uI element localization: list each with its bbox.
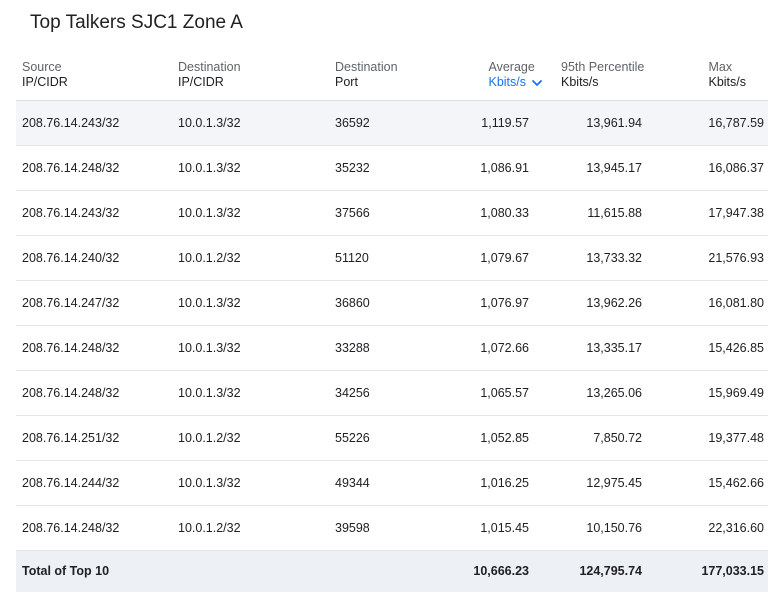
cell-max: 19,377.48 — [708, 431, 764, 445]
total-row: Total of Top 10 10,666.23 124,795.74 177… — [16, 551, 768, 592]
total-average: 10,666.23 — [473, 564, 529, 578]
cell-source: 208.76.14.240/32 — [22, 251, 120, 265]
table-row[interactable]: 208.76.14.251/32 10.0.1.2/32 55226 1,052… — [16, 416, 768, 461]
cell-max: 15,426.85 — [708, 341, 764, 355]
cell-max: 21,576.93 — [708, 251, 764, 265]
cell-average: 1,016.25 — [480, 476, 529, 490]
column-header-source-line2: IP/CIDR — [22, 75, 68, 89]
cell-max: 16,787.59 — [708, 116, 764, 130]
cell-port: 51120 — [335, 251, 369, 265]
table-row[interactable]: 208.76.14.243/32 10.0.1.3/32 37566 1,080… — [16, 191, 768, 236]
column-header-p95[interactable]: 95th Percentile Kbits/s — [561, 60, 644, 90]
cell-destination: 10.0.1.2/32 — [178, 521, 241, 535]
cell-average: 1,065.57 — [480, 386, 529, 400]
cell-port: 35232 — [335, 161, 370, 175]
page-title: Top Talkers SJC1 Zone A — [30, 12, 243, 33]
cell-source: 208.76.14.248/32 — [22, 161, 120, 175]
column-header-destination[interactable]: Destination IP/CIDR — [178, 60, 241, 90]
cell-port: 39598 — [335, 521, 370, 535]
table-row[interactable]: 208.76.14.248/32 10.0.1.3/32 35232 1,086… — [16, 146, 768, 191]
column-header-average-unit: Kbits/s — [488, 75, 526, 89]
total-max: 177,033.15 — [701, 564, 764, 578]
cell-source: 208.76.14.243/32 — [22, 116, 120, 130]
cell-p95: 13,945.17 — [586, 161, 642, 175]
column-header-source[interactable]: Source IP/CIDR — [22, 60, 68, 90]
cell-destination: 10.0.1.3/32 — [178, 476, 241, 490]
cell-port: 34256 — [335, 386, 370, 400]
cell-p95: 12,975.45 — [586, 476, 642, 490]
column-header-average-line1: Average — [488, 60, 535, 74]
cell-max: 16,086.37 — [708, 161, 764, 175]
column-header-average-line2[interactable]: Kbits/s — [488, 75, 543, 90]
cell-max: 16,081.80 — [708, 296, 764, 310]
total-label: Total of Top 10 — [22, 564, 110, 578]
cell-port: 55226 — [335, 431, 370, 445]
chevron-down-icon[interactable] — [531, 77, 543, 89]
cell-port: 37566 — [335, 206, 370, 220]
cell-destination: 10.0.1.2/32 — [178, 251, 241, 265]
cell-average: 1,086.91 — [480, 161, 529, 175]
cell-port: 36592 — [335, 116, 370, 130]
table-row[interactable]: 208.76.14.240/32 10.0.1.2/32 51120 1,079… — [16, 236, 768, 281]
cell-destination: 10.0.1.3/32 — [178, 296, 241, 310]
table-row[interactable]: 208.76.14.248/32 10.0.1.3/32 34256 1,065… — [16, 371, 768, 416]
cell-source: 208.76.14.244/32 — [22, 476, 120, 490]
table-row[interactable]: 208.76.14.243/32 10.0.1.3/32 36592 1,119… — [16, 101, 768, 146]
table-row[interactable]: 208.76.14.244/32 10.0.1.3/32 49344 1,016… — [16, 461, 768, 506]
cell-p95: 7,850.72 — [593, 431, 642, 445]
cell-average: 1,052.85 — [480, 431, 529, 445]
column-header-average[interactable]: Average Kbits/s — [488, 60, 543, 90]
column-header-p95-line2: Kbits/s — [561, 75, 599, 89]
cell-max: 15,462.66 — [708, 476, 764, 490]
table-row[interactable]: 208.76.14.248/32 10.0.1.2/32 39598 1,015… — [16, 506, 768, 551]
cell-p95: 13,961.94 — [586, 116, 642, 130]
cell-source: 208.76.14.248/32 — [22, 521, 120, 535]
column-header-destination-line1: Destination — [178, 60, 241, 74]
cell-max: 15,969.49 — [708, 386, 764, 400]
column-header-max-line2: Kbits/s — [708, 75, 746, 89]
cell-destination: 10.0.1.2/32 — [178, 431, 241, 445]
cell-port: 49344 — [335, 476, 370, 490]
cell-max: 22,316.60 — [708, 521, 764, 535]
cell-p95: 10,150.76 — [586, 521, 642, 535]
cell-destination: 10.0.1.3/32 — [178, 386, 241, 400]
column-header-source-line1: Source — [22, 60, 62, 74]
column-header-port-line1: Destination — [335, 60, 398, 74]
cell-average: 1,072.66 — [480, 341, 529, 355]
cell-average: 1,080.33 — [480, 206, 529, 220]
column-header-p95-line1: 95th Percentile — [561, 60, 645, 74]
cell-destination: 10.0.1.3/32 — [178, 341, 241, 355]
table-body: 208.76.14.243/32 10.0.1.3/32 36592 1,119… — [16, 101, 768, 551]
cell-p95: 13,265.06 — [586, 386, 642, 400]
column-header-port[interactable]: Destination Port — [335, 60, 398, 90]
column-header-max-line1: Max — [708, 60, 733, 74]
cell-average: 1,015.45 — [480, 521, 529, 535]
cell-average: 1,119.57 — [481, 116, 529, 130]
table-row[interactable]: 208.76.14.248/32 10.0.1.3/32 33288 1,072… — [16, 326, 768, 371]
top-talkers-table: Source IP/CIDR Destination IP/CIDR Desti… — [16, 54, 768, 592]
cell-port: 33288 — [335, 341, 370, 355]
cell-destination: 10.0.1.3/32 — [178, 116, 241, 130]
cell-destination: 10.0.1.3/32 — [178, 161, 241, 175]
total-p95: 124,795.74 — [579, 564, 642, 578]
cell-port: 36860 — [335, 296, 370, 310]
table-row[interactable]: 208.76.14.247/32 10.0.1.3/32 36860 1,076… — [16, 281, 768, 326]
cell-p95: 13,733.32 — [586, 251, 642, 265]
cell-p95: 11,615.88 — [587, 206, 642, 220]
cell-source: 208.76.14.251/32 — [22, 431, 120, 445]
cell-destination: 10.0.1.3/32 — [178, 206, 241, 220]
cell-average: 1,076.97 — [480, 296, 529, 310]
cell-p95: 13,335.17 — [586, 341, 642, 355]
cell-p95: 13,962.26 — [586, 296, 642, 310]
column-header-port-line2: Port — [335, 75, 358, 89]
column-header-destination-line2: IP/CIDR — [178, 75, 224, 89]
cell-source: 208.76.14.248/32 — [22, 341, 120, 355]
cell-source: 208.76.14.247/32 — [22, 296, 120, 310]
table-header: Source IP/CIDR Destination IP/CIDR Desti… — [16, 54, 768, 101]
cell-source: 208.76.14.248/32 — [22, 386, 120, 400]
cell-average: 1,079.67 — [480, 251, 529, 265]
cell-max: 17,947.38 — [708, 206, 764, 220]
cell-source: 208.76.14.243/32 — [22, 206, 120, 220]
column-header-max[interactable]: Max Kbits/s — [708, 60, 746, 90]
